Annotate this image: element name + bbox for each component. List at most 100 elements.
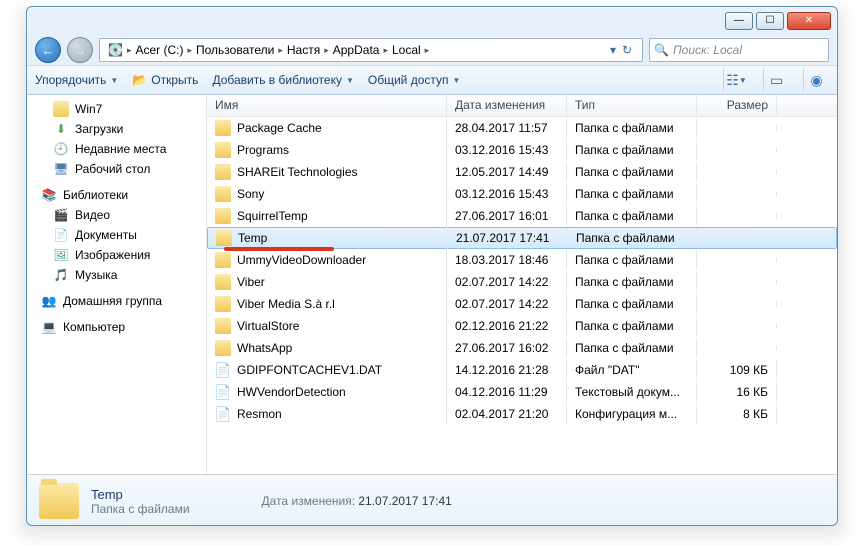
nav-icon: 🕘 [53, 141, 69, 157]
refresh-button[interactable]: ↻ [616, 43, 638, 57]
sidebar-item-label: Загрузки [75, 122, 123, 136]
file-row[interactable]: Viber02.07.2017 14:22Папка с файлами [207, 271, 837, 293]
nav-icon: 🎬 [53, 207, 69, 223]
breadcrumb-item[interactable]: Настя [283, 43, 324, 57]
file-date: 14.12.2016 21:28 [447, 360, 567, 380]
addlib-button[interactable]: Добавить в библиотеку▼ [212, 73, 353, 87]
file-row[interactable]: 📄GDIPFONTCACHEV1.DAT14.12.2016 21:28Файл… [207, 359, 837, 381]
share-button[interactable]: Общий доступ▼ [368, 73, 461, 87]
file-type: Папка с файлами [567, 316, 697, 336]
file-date: 27.06.2017 16:01 [447, 206, 567, 226]
view-button[interactable]: ☷ ▼ [723, 69, 749, 91]
folder-icon [215, 340, 231, 356]
close-button[interactable]: ✕ [787, 12, 831, 30]
file-size [697, 279, 777, 285]
file-type: Папка с файлами [567, 272, 697, 292]
sidebar-item[interactable]: 🖥Рабочий стол [27, 159, 206, 179]
file-list: Package Cache28.04.2017 11:57Папка с фай… [207, 117, 837, 474]
file-row[interactable]: 📄Resmon02.04.2017 21:20Конфигурация м...… [207, 403, 837, 425]
file-name: Resmon [237, 407, 282, 421]
minimize-button[interactable]: — [725, 12, 753, 30]
file-row[interactable]: Sony03.12.2016 15:43Папка с файлами [207, 183, 837, 205]
sidebar-item[interactable]: 🎵Музыка [27, 265, 206, 285]
sidebar-item[interactable]: 🎬Видео [27, 205, 206, 225]
sidebar-item[interactable]: 📄Документы [27, 225, 206, 245]
file-row[interactable]: UmmyVideoDownloader18.03.2017 18:46Папка… [207, 249, 837, 271]
file-date: 02.12.2016 21:22 [447, 316, 567, 336]
nav-icon: 📚 [41, 187, 57, 203]
file-date: 02.04.2017 21:20 [447, 404, 567, 424]
col-size[interactable]: Размер [697, 95, 777, 116]
folder-icon [215, 296, 231, 312]
file-name: Viber [237, 275, 265, 289]
file-row[interactable]: Temp21.07.2017 17:41Папка с файлами [207, 227, 837, 249]
file-name: HWVendorDetection [237, 385, 346, 399]
file-row[interactable]: Viber Media S.à r.l02.07.2017 14:22Папка… [207, 293, 837, 315]
open-icon: 📂 [132, 73, 147, 87]
file-size: 16 КБ [697, 382, 777, 402]
titlebar[interactable]: — ☐ ✕ [27, 7, 837, 35]
search-placeholder: Поиск: Local [673, 43, 742, 57]
sidebar-item[interactable]: 👥Домашняя группа [27, 291, 206, 311]
file-size: 8 КБ [697, 404, 777, 424]
col-date[interactable]: Дата изменения [447, 95, 567, 116]
search-input[interactable]: 🔍 Поиск: Local [649, 38, 829, 62]
toolbar: Упорядочить▼ 📂Открыть Добавить в библиот… [27, 65, 837, 95]
folder-icon [216, 230, 232, 246]
col-name[interactable]: Имя [207, 95, 447, 116]
sidebar-item[interactable]: Win7 [27, 99, 206, 119]
folder-icon [39, 483, 79, 519]
sidebar-item-label: Библиотеки [63, 188, 128, 202]
file-type: Папка с файлами [567, 294, 697, 314]
file-row[interactable]: 📄HWVendorDetection04.12.2016 11:29Тексто… [207, 381, 837, 403]
column-headers[interactable]: Имя Дата изменения Тип Размер [207, 95, 837, 117]
back-button[interactable]: ← [35, 37, 61, 63]
folder-icon [215, 142, 231, 158]
sidebar-item-label: Документы [75, 228, 137, 242]
file-row[interactable]: SHAREit Technologies12.05.2017 14:49Папк… [207, 161, 837, 183]
file-size [697, 257, 777, 263]
file-size [697, 169, 777, 175]
sidebar-item-label: Домашняя группа [63, 294, 162, 308]
maximize-button[interactable]: ☐ [756, 12, 784, 30]
open-button[interactable]: 📂Открыть [132, 73, 198, 87]
breadcrumb-item[interactable]: Пользователи [192, 43, 278, 57]
file-name: Sony [237, 187, 264, 201]
breadcrumb-item[interactable]: Acer (C:) [131, 43, 187, 57]
sidebar-item[interactable]: 🖼Изображения [27, 245, 206, 265]
sidebar-item[interactable]: ⬇Загрузки [27, 119, 206, 139]
file-date: 04.12.2016 11:29 [447, 382, 567, 402]
file-name: UmmyVideoDownloader [237, 253, 366, 267]
sidebar-item[interactable]: 🕘Недавние места [27, 139, 206, 159]
sidebar-item[interactable]: 📚 Библиотеки [27, 185, 206, 205]
folder-icon [215, 120, 231, 136]
file-row[interactable]: Programs03.12.2016 15:43Папка с файлами [207, 139, 837, 161]
nav-icon: 🖥 [53, 161, 69, 177]
help-button[interactable]: ◉ [803, 69, 829, 91]
file-type: Файл "DAT" [567, 360, 697, 380]
file-name: GDIPFONTCACHEV1.DAT [237, 363, 382, 377]
file-name: Temp [238, 231, 267, 245]
file-row[interactable]: Package Cache28.04.2017 11:57Папка с фай… [207, 117, 837, 139]
file-name: SHAREit Technologies [237, 165, 358, 179]
folder-icon [53, 101, 69, 117]
file-row[interactable]: SquirrelTemp27.06.2017 16:01Папка с файл… [207, 205, 837, 227]
col-type[interactable]: Тип [567, 95, 697, 116]
details-type: Папка с файлами [91, 502, 190, 516]
sidebar-item[interactable]: 💻Компьютер [27, 317, 206, 337]
file-type: Папка с файлами [568, 228, 698, 248]
file-size [697, 323, 777, 329]
breadcrumb-item[interactable]: AppData [329, 43, 384, 57]
file-row[interactable]: VirtualStore02.12.2016 21:22Папка с файл… [207, 315, 837, 337]
breadcrumb[interactable]: 💽 ▸Acer (C:) ▸Пользователи ▸Настя ▸AppDa… [99, 38, 643, 62]
file-type: Папка с файлами [567, 184, 697, 204]
preview-pane-button[interactable]: ▭ [763, 69, 789, 91]
breadcrumb-item[interactable]: Local [388, 43, 425, 57]
folder-icon [215, 252, 231, 268]
forward-button[interactable]: → [67, 37, 93, 63]
organize-button[interactable]: Упорядочить▼ [35, 73, 118, 87]
file-date: 28.04.2017 11:57 [447, 118, 567, 138]
file-type: Папка с файлами [567, 140, 697, 160]
file-row[interactable]: WhatsApp27.06.2017 16:02Папка с файлами [207, 337, 837, 359]
folder-icon [215, 186, 231, 202]
